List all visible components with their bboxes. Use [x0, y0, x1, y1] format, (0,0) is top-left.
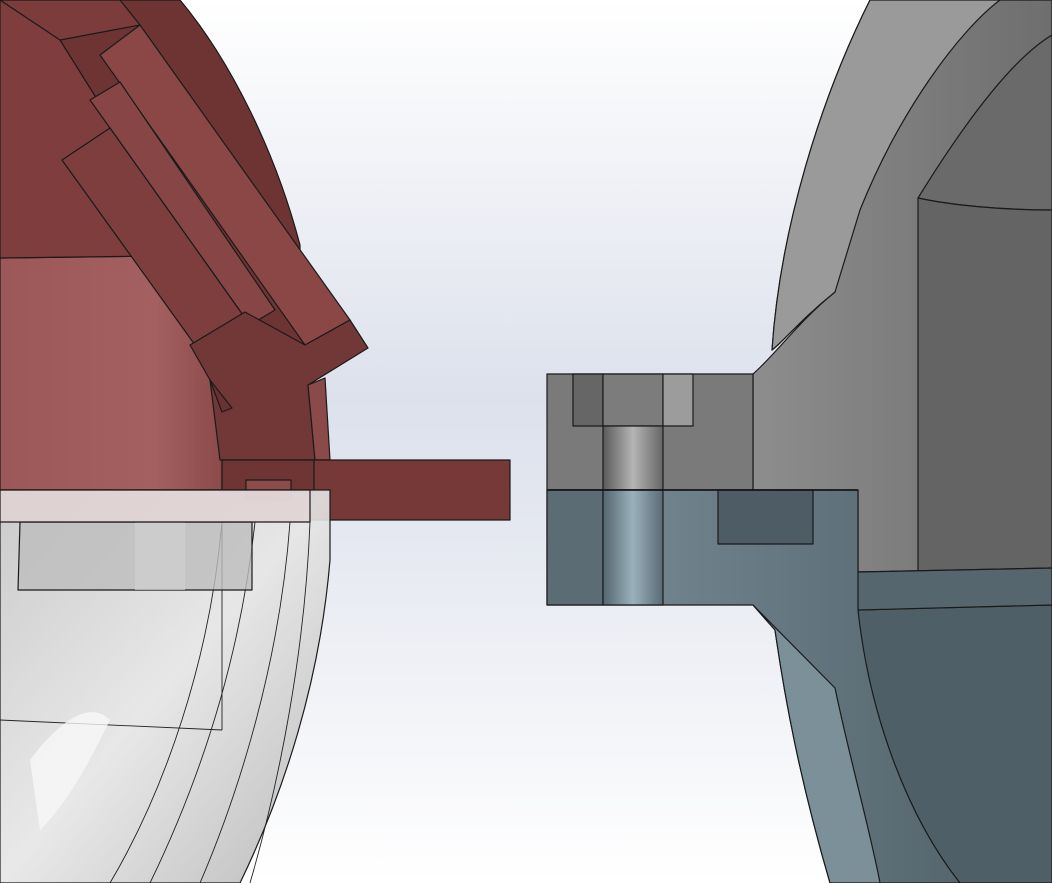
- right-bolt-bore-lower: [602, 489, 664, 606]
- lens-rim: [0, 489, 311, 523]
- cad-scene: [0, 0, 1052, 883]
- right-bolt-bore-upper: [602, 425, 664, 491]
- left-flange-tongue: [309, 459, 511, 521]
- right-lower-pocket: [717, 489, 814, 545]
- cad-viewport[interactable]: [0, 0, 1052, 883]
